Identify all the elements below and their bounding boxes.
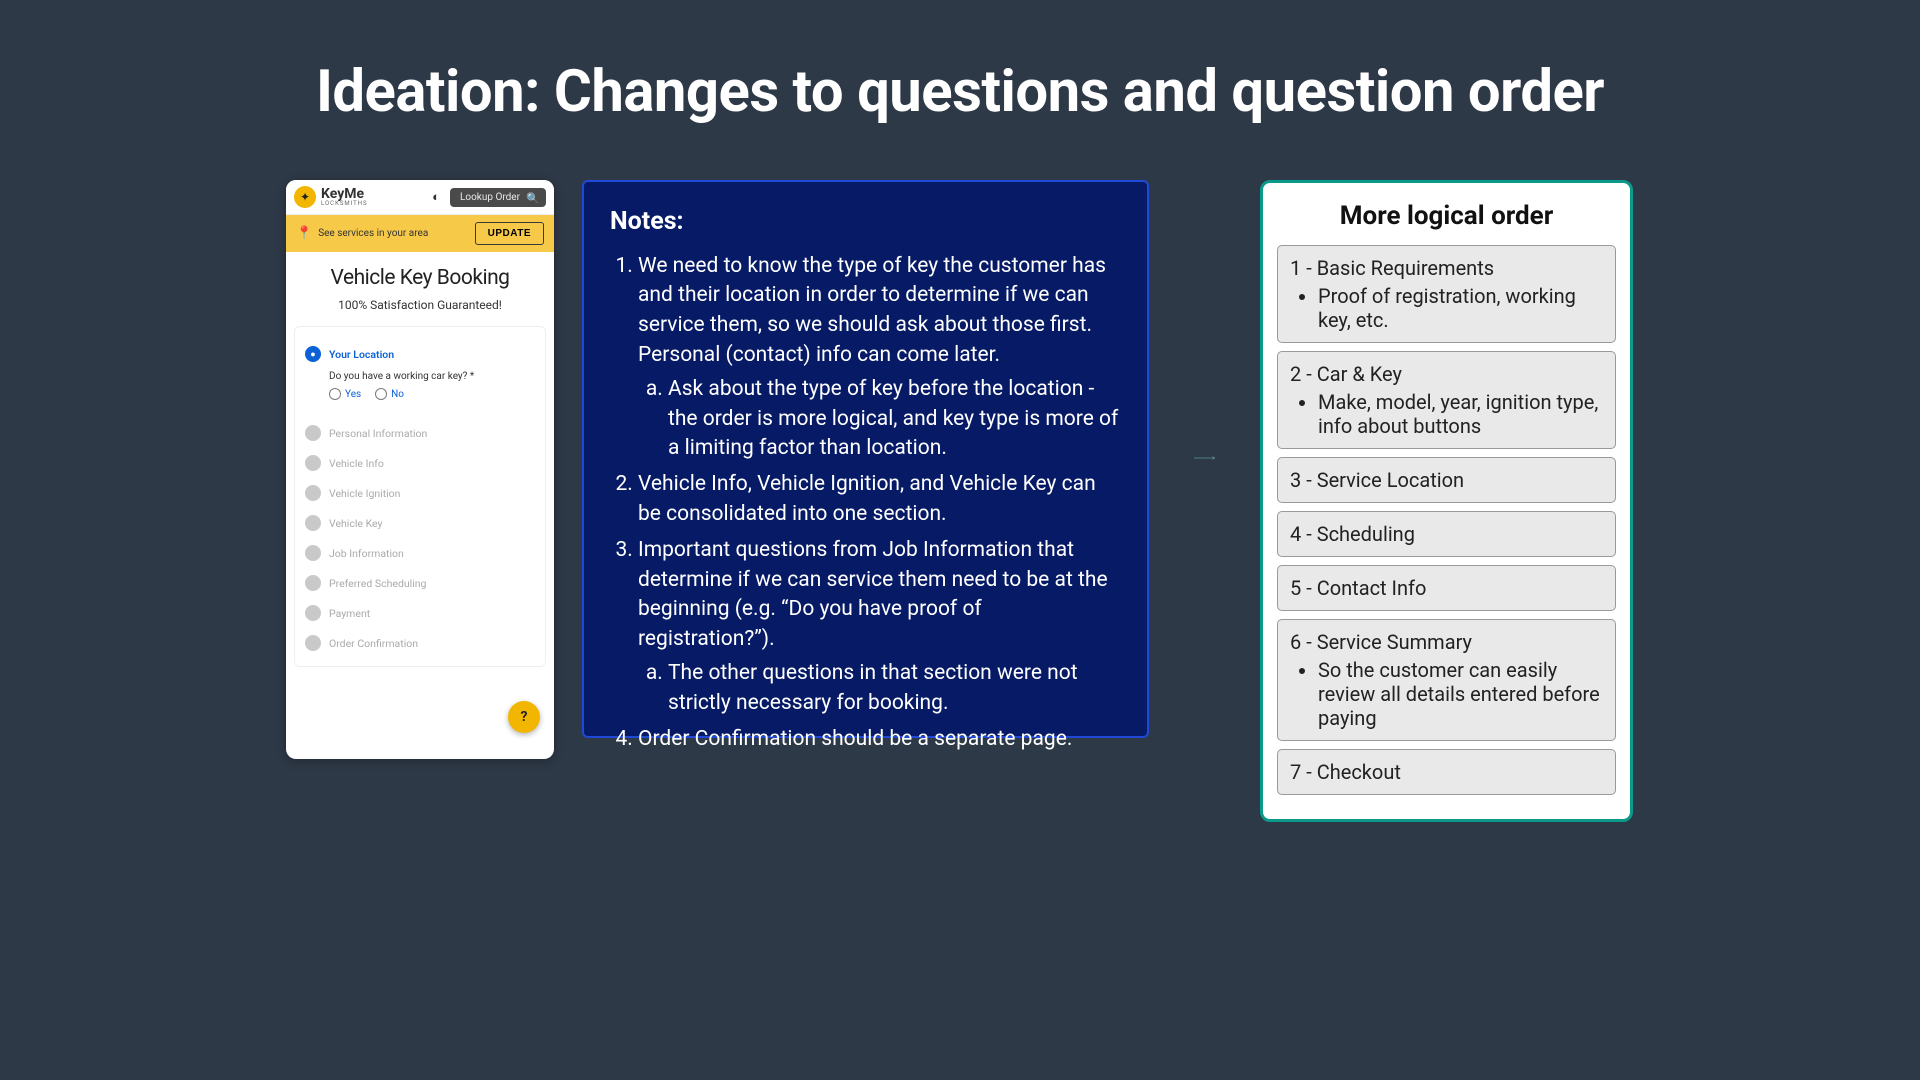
order-card-title: 2 - Car & Key (1290, 362, 1603, 386)
notes-panel: Notes: We need to know the type of key t… (582, 180, 1149, 738)
order-card-title: 5 - Contact Info (1290, 576, 1603, 600)
radio-no[interactable]: No (375, 388, 404, 400)
step-label: Order Confirmation (329, 637, 418, 650)
step-label: Job Information (329, 547, 404, 560)
moon-icon[interactable]: ◐ (432, 189, 440, 205)
order-card-sub: Proof of registration, working key, etc. (1318, 284, 1603, 332)
lookup-label: Lookup Order (460, 192, 520, 203)
pin-icon: 📍 (296, 226, 312, 241)
step-dot (305, 425, 321, 441)
phone-header: ✦ KeyMe LOCKSMITHS ◐ Lookup Order 🔍 (286, 180, 554, 215)
step-label: Vehicle Key (329, 517, 383, 530)
order-panel: More logical order 1 - Basic Requirement… (1260, 180, 1633, 822)
step-dot (305, 635, 321, 651)
step-dot (305, 485, 321, 501)
order-card: 7 - Checkout (1277, 749, 1616, 795)
arrow-icon (1150, 456, 1260, 460)
key-icon: ✦ (294, 186, 316, 208)
slide: Ideation: Changes to questions and quest… (232, 0, 1688, 816)
step-dot (305, 545, 321, 561)
step-label: Payment (329, 607, 370, 620)
radio-yes[interactable]: Yes (329, 388, 361, 400)
note-subitem: The other questions in that section were… (668, 659, 1121, 719)
note-item: Order Confirmation should be a separate … (638, 725, 1121, 755)
order-card: 4 - Scheduling (1277, 511, 1616, 557)
order-card-sub: So the customer can easily review all de… (1318, 658, 1603, 730)
step-label: Vehicle Info (329, 457, 384, 470)
steps-card: ● Your Location Do you have a working ca… (294, 326, 546, 667)
order-heading: More logical order (1277, 201, 1616, 231)
update-button[interactable]: UPDATE (475, 222, 544, 245)
order-card-title: 3 - Service Location (1290, 468, 1603, 492)
order-card-sub: Make, model, year, ignition type, info a… (1318, 390, 1603, 438)
search-icon: 🔍 (526, 192, 540, 205)
step-label: Personal Information (329, 427, 427, 440)
service-area-bar: 📍 See services in your area UPDATE (286, 215, 554, 252)
step-dot (305, 455, 321, 471)
step-label: Vehicle Ignition (329, 487, 400, 500)
help-button[interactable]: ? (508, 701, 540, 733)
order-card: 6 - Service Summary So the customer can … (1277, 619, 1616, 741)
order-card: 2 - Car & Key Make, model, year, ignitio… (1277, 351, 1616, 449)
note-subitem: Ask about the type of key before the loc… (668, 375, 1121, 464)
logo-sub: LOCKSMITHS (321, 201, 368, 207)
note-item: We need to know the type of key the cust… (638, 252, 1121, 465)
step-label-location: Your Location (329, 348, 394, 361)
note-item: Important questions from Job Information… (638, 536, 1121, 719)
order-card-title: 7 - Checkout (1290, 760, 1603, 784)
page-title: Ideation: Changes to questions and quest… (232, 0, 1688, 126)
order-card: 3 - Service Location (1277, 457, 1616, 503)
area-text: See services in your area (318, 228, 428, 239)
note-item: Vehicle Info, Vehicle Ignition, and Vehi… (638, 470, 1121, 530)
booking-title: Vehicle Key Booking (286, 266, 554, 290)
notes-heading: Notes: (610, 204, 1121, 240)
logo: ✦ KeyMe LOCKSMITHS (294, 186, 368, 208)
lookup-order-button[interactable]: Lookup Order 🔍 (450, 188, 546, 207)
question-text: Do you have a working car key? * (329, 371, 533, 382)
order-card-title: 1 - Basic Requirements (1290, 256, 1603, 280)
radio-yes-label: Yes (345, 389, 361, 400)
step-dot (305, 575, 321, 591)
radio-icon (329, 388, 341, 400)
step-dot (305, 515, 321, 531)
radio-icon (375, 388, 387, 400)
step-label: Preferred Scheduling (329, 577, 426, 590)
phone-mock: ✦ KeyMe LOCKSMITHS ◐ Lookup Order 🔍 (286, 180, 554, 759)
order-card: 1 - Basic Requirements Proof of registra… (1277, 245, 1616, 343)
order-card-title: 6 - Service Summary (1290, 630, 1603, 654)
radio-no-label: No (391, 389, 404, 400)
logo-name: KeyMe (321, 187, 368, 201)
step-dot-active: ● (305, 346, 321, 362)
step-dot (305, 605, 321, 621)
order-card: 5 - Contact Info (1277, 565, 1616, 611)
booking-sub: 100% Satisfaction Guaranteed! (286, 298, 554, 312)
order-card-title: 4 - Scheduling (1290, 522, 1603, 546)
